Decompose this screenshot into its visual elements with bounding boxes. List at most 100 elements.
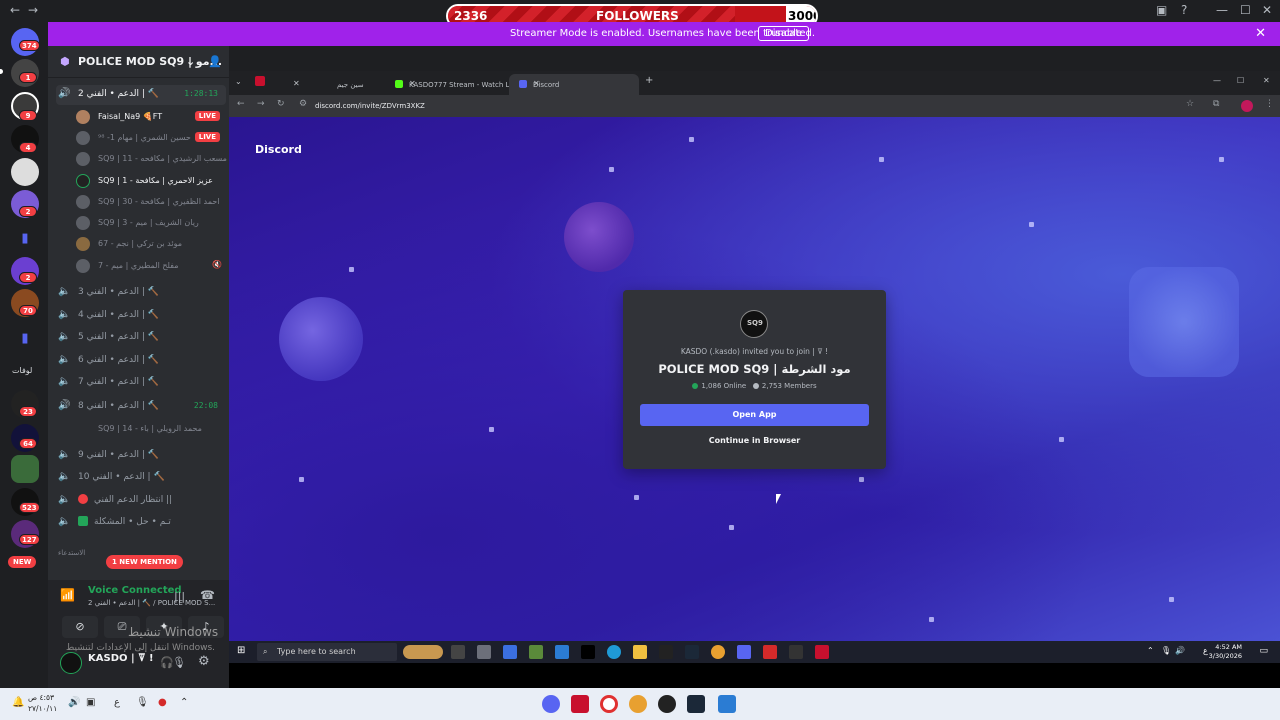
outer-clock[interactable]: ٤:٥٣ ص ٢٧/١٠/١١ [28,692,57,714]
new-tab-icon[interactable]: + [645,75,653,86]
voice-user[interactable]: SQ9 | ريان الشريف | ميم - 3 [76,213,226,233]
app-icon[interactable] [555,645,569,659]
maximize-icon[interactable]: ☐ [1237,76,1244,85]
new-unreads-pill[interactable]: NEW [8,556,37,568]
tray-chevron-icon[interactable]: ⌃ [180,697,188,708]
language-indicator[interactable]: ع [1203,646,1208,655]
voice-channel-7[interactable]: 🔈 الدعم • الفني 7 | 🔨 [56,373,226,393]
noise-suppression-icon[interactable]: ||| [174,590,185,603]
invite-people-icon[interactable]: 👤 [208,55,222,68]
server-icon[interactable] [11,158,39,186]
voice-channel-4[interactable]: 🔈 الدعم • الفني 4 | 🔨 [56,306,226,326]
obs-icon[interactable] [658,695,676,713]
profile-avatar[interactable] [1241,100,1253,112]
forward-icon[interactable]: → [28,3,38,17]
folder-icon[interactable]: ▮ [11,225,39,253]
category-header[interactable]: الاستدعاء [58,549,85,557]
minimize-icon[interactable]: — [1216,3,1228,17]
help-icon[interactable]: ? [1181,3,1187,17]
voice-channel-3[interactable]: 🔈 الدعم • الفني 3 | 🔨 [56,283,226,303]
video-off-button[interactable]: ⊘ [62,616,98,638]
steam-icon[interactable] [685,645,699,659]
voice-user[interactable]: مفلح المطيري | ميم - 7 🔇 [76,256,226,276]
opera-gx-icon[interactable] [600,695,618,713]
microphone-icon[interactable]: 🎙 [136,697,149,708]
epic-games-icon[interactable] [659,645,673,659]
new-mention-pill[interactable]: 1 NEW MENTION [106,555,183,569]
voice-user[interactable]: SQ9 | مسعب الرشيدي | مكافحه - 11 [76,149,227,169]
signal-icon[interactable]: 📶 [60,588,75,602]
app-icon[interactable] [763,645,777,659]
steam-icon[interactable] [687,695,705,713]
discord-logo[interactable]: Discord [255,143,302,156]
folder-icon[interactable]: ▮ [11,325,39,353]
back-icon[interactable]: ← [237,99,245,109]
headphones-icon[interactable]: 🎧 [160,656,174,669]
windows-start-icon[interactable] [718,695,736,713]
chrome-icon[interactable] [629,695,647,713]
app-icon[interactable] [477,645,491,659]
open-app-button[interactable]: Open App [640,404,869,426]
voice-user[interactable]: موئد بن تركي | نجم - 67 [76,234,226,254]
close-tab-icon[interactable]: ✕ [533,79,631,88]
app-icon[interactable] [581,645,595,659]
minecraft-icon[interactable] [529,645,543,659]
voice-user[interactable]: SQ9 | عزيز الاحمري | مكافحة - 1 [76,171,226,191]
voice-user[interactable]: Faisal_Na9 🍕FT LIVE [76,107,226,127]
maximize-icon[interactable]: ☐ [1240,3,1251,17]
voice-user[interactable]: SQ9 | محمد الرويلي | باء - 14 [76,419,226,439]
extensions-icon[interactable]: ⧉ [1213,99,1219,109]
inbox-icon[interactable]: ▣ [1156,3,1167,17]
disconnect-icon[interactable]: ☎ [200,588,215,602]
back-icon[interactable]: ← [10,3,20,17]
tray-chevron-icon[interactable]: ⌃ [1147,646,1154,655]
app-icon[interactable] [571,695,589,713]
app-icon[interactable] [789,645,803,659]
notifications-icon[interactable]: ▭ [1259,646,1268,656]
menu-kebab-icon[interactable]: ⋮ [1265,99,1274,109]
minimize-icon[interactable]: — [1213,76,1221,85]
discord-icon[interactable] [737,645,751,659]
microphone-icon[interactable]: 🎙 [172,656,186,669]
windows-start-icon[interactable]: ⊞ [237,645,245,656]
recording-icon[interactable]: ● [158,697,167,708]
user-avatar[interactable] [60,652,82,674]
tab-3-active[interactable]: Discord ✕ [509,74,639,95]
close-icon[interactable]: ✕ [1262,3,1272,17]
voice-channel-8[interactable]: 🔊 الدعم • الفني 8 | 🔨 22:08 [56,397,226,417]
close-icon[interactable]: ✕ [1263,76,1270,85]
voice-channel-10[interactable]: 🔈 الدعم • الفني 10 | 🔨 [56,468,226,488]
pinned-tab-icon[interactable] [255,76,265,86]
voice-channel-solved[interactable]: 🔈 تـم • حل • المشكلة [56,513,226,533]
voice-user[interactable]: حسين الشمري | مهام 1- ⁹⁸ LIVE [76,128,226,148]
url-field[interactable]: discord.com/invite/ZDVrm3XKZ [315,102,425,110]
task-view-icon[interactable] [451,645,465,659]
edge-icon[interactable] [607,645,621,659]
close-tab-icon[interactable]: ✕ [409,79,507,88]
notification-bell-icon[interactable]: 🔔 [12,697,24,708]
close-banner-icon[interactable]: ✕ [1255,26,1266,41]
disable-streamer-mode-button[interactable]: Disable [758,26,810,41]
voice-channel-waiting[interactable]: 🔈 انتظار الدعم الفني || [56,491,226,511]
forward-icon[interactable]: → [257,99,265,109]
voice-channel-5[interactable]: 🔈 الدعم • الفني 5 | 🔨 [56,328,226,348]
network-icon[interactable]: ▣ [86,697,95,708]
tab-2[interactable]: KASDO777 Stream - Watch Live... ✕ [385,74,526,95]
app-icon[interactable] [815,645,829,659]
voice-user[interactable]: SQ9 | احمد الظفيري | مكافحة - 30 [76,192,226,212]
discord-icon[interactable] [542,695,560,713]
language-indicator[interactable]: ع [114,697,120,708]
voice-channel-2[interactable]: 🔊 الدعم • الفني 2 | 🔨 1:28:13 [56,85,226,105]
reload-icon[interactable]: ↻ [277,99,285,109]
speaker-icon[interactable]: 🔊 [68,697,80,708]
tab-1[interactable]: سين جيم ✕ [269,74,399,95]
voice-channel-9[interactable]: 🔈 الدعم • الفني 9 | 🔨 [56,446,226,466]
close-tab-icon[interactable]: ✕ [293,79,391,88]
inner-clock[interactable]: 4:52 AM 3/30/2026 [1209,643,1242,661]
file-explorer-icon[interactable] [633,645,647,659]
widgets-icon[interactable] [403,645,443,659]
app-icon[interactable] [503,645,517,659]
tray-speaker-icon[interactable]: 🔊 [1175,646,1185,655]
voice-channel-6[interactable]: 🔈 الدعم • الفني 6 | 🔨 [56,351,226,371]
server-header[interactable]: ⬢ POLICE MOD SQ9 | مو... ⌄ 👤 [48,46,229,78]
